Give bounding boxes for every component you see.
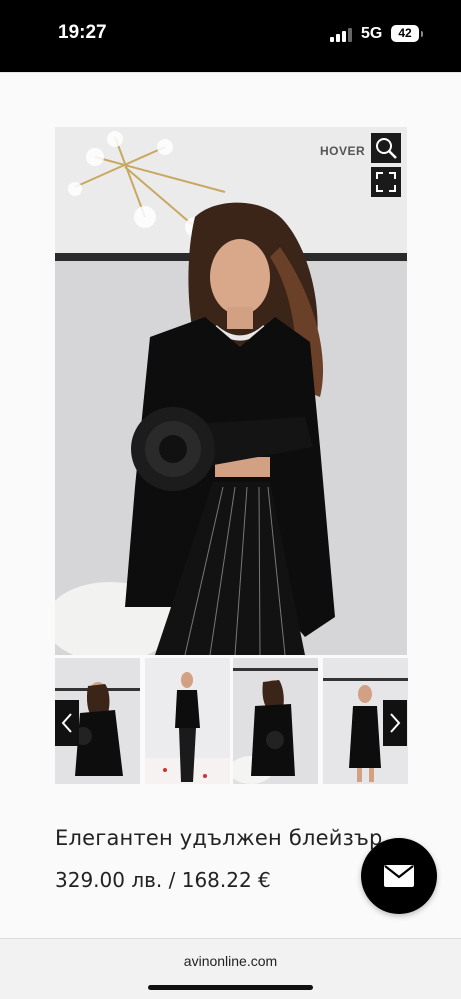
chevron-right-icon <box>390 713 401 733</box>
status-time: 19:27 <box>58 22 107 43</box>
fullscreen-button[interactable] <box>371 167 401 197</box>
gallery-next-button[interactable] <box>383 700 407 746</box>
thumbnail-image <box>233 658 318 784</box>
zoom-button[interactable] <box>371 133 401 163</box>
thumbnail-image <box>145 658 230 784</box>
gallery-prev-button[interactable] <box>55 700 79 746</box>
divider <box>0 72 461 73</box>
main-product-image[interactable] <box>55 127 407 655</box>
product-title: Елегантен удължен блейзър <box>55 826 383 850</box>
hover-label: HOVER <box>320 144 366 158</box>
browser-bottom-bar: avinonline.com <box>0 938 461 999</box>
status-bar: 19:27 5G 42 <box>0 0 461 72</box>
magnifier-icon <box>376 138 397 159</box>
product-price: 329.00 лв. / 168.22 € <box>55 868 271 892</box>
chevron-left-icon <box>61 713 72 733</box>
thumbnail-3[interactable] <box>233 658 318 784</box>
thumbnail-strip <box>55 658 408 784</box>
url-bar[interactable]: avinonline.com <box>0 953 461 969</box>
home-indicator[interactable] <box>148 985 313 990</box>
mail-icon <box>384 865 414 887</box>
contact-mail-button[interactable] <box>361 838 437 914</box>
model-photo <box>55 127 407 655</box>
thumbnail-2[interactable] <box>145 658 230 784</box>
battery-icon: 42 <box>391 25 423 42</box>
network-type: 5G <box>361 25 383 42</box>
signal-icon <box>330 28 354 42</box>
fullscreen-icon <box>376 172 396 192</box>
